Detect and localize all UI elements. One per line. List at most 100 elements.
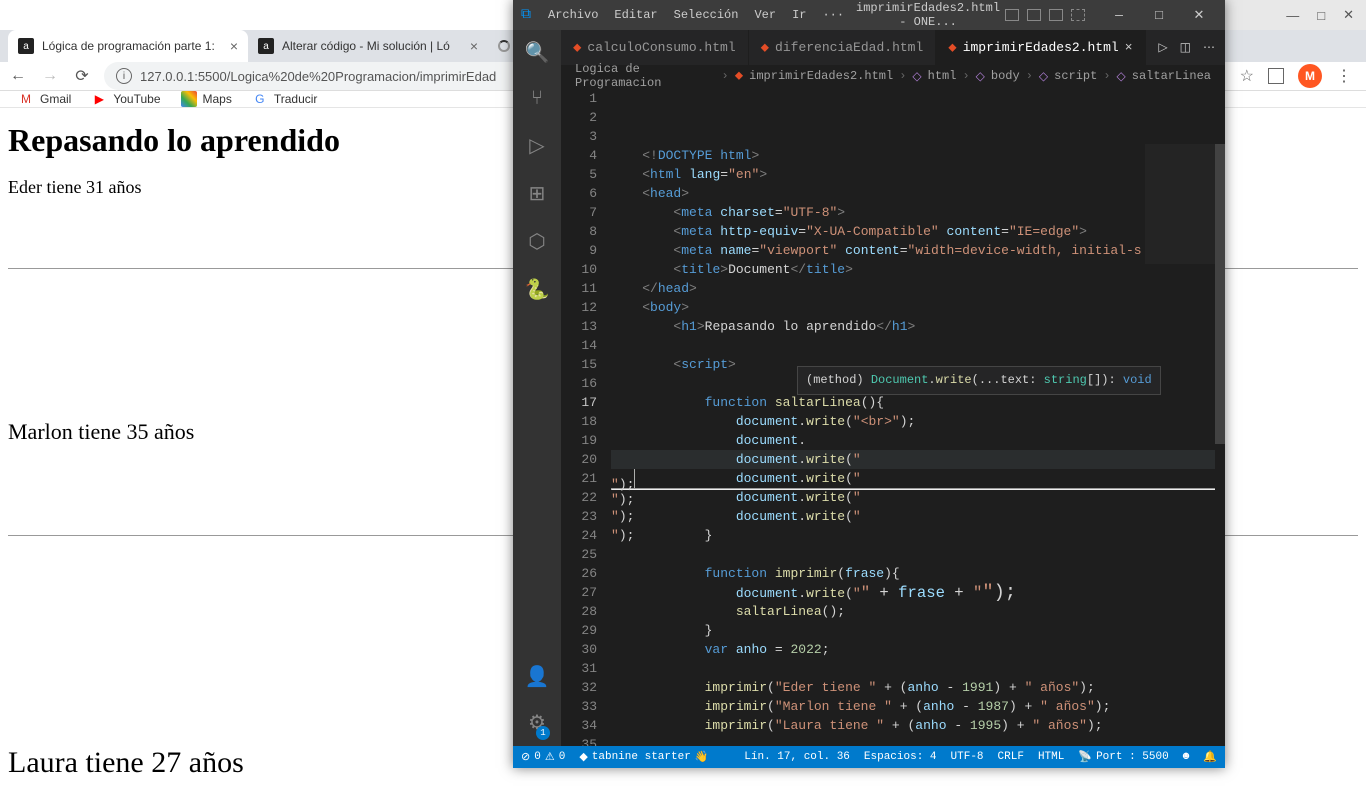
menu-edit[interactable]: Editar xyxy=(607,5,664,25)
maximize-icon[interactable]: □ xyxy=(1317,8,1325,23)
forward-button[interactable]: → xyxy=(40,67,60,85)
hex-icon[interactable]: ⬡ xyxy=(528,229,545,255)
bookmark-translate[interactable]: G Traducir xyxy=(252,91,318,107)
chrome-tab[interactable]: a Lógica de programación parte 1: × xyxy=(8,30,248,62)
menu-go[interactable]: Ir xyxy=(785,5,813,25)
more-icon[interactable]: ⋯ xyxy=(1203,40,1215,55)
reload-button[interactable]: ⟳ xyxy=(72,66,92,86)
html-file-icon: ⬥ xyxy=(761,41,769,55)
minimize-icon[interactable]: — xyxy=(1286,8,1299,23)
maximize-button[interactable]: □ xyxy=(1141,8,1177,23)
status-spaces[interactable]: Espacios: 4 xyxy=(864,751,937,763)
titlebar: ⧉ Archivo Editar Selección Ver Ir ··· im… xyxy=(513,0,1225,30)
layout-controls xyxy=(1005,9,1085,21)
symbol-icon: ◇ xyxy=(1117,69,1126,84)
toolbar-right: ☆ M ⋮ xyxy=(1234,64,1358,88)
status-lang[interactable]: HTML xyxy=(1038,751,1064,763)
tab-label: diferenciaEdad.html xyxy=(775,40,923,55)
tab-title: Lógica de programación parte 1: xyxy=(42,39,215,53)
menu-more[interactable]: ··· xyxy=(815,5,851,25)
menu-selection[interactable]: Selección xyxy=(667,5,746,25)
breadcrumb-item[interactable]: script xyxy=(1054,69,1097,83)
editor-tab-active[interactable]: ⬥ imprimirEdades2.html × xyxy=(936,30,1145,65)
bookmark-label: YouTube xyxy=(113,92,160,106)
account-icon[interactable]: 👤 xyxy=(525,664,550,690)
run-icon[interactable]: ▷ xyxy=(1158,40,1167,55)
site-info-icon[interactable]: i xyxy=(116,68,132,84)
close-icon[interactable]: × xyxy=(1125,40,1133,55)
close-icon[interactable]: × xyxy=(470,38,478,54)
split-icon[interactable]: ◫ xyxy=(1180,40,1191,55)
layout-icon[interactable] xyxy=(1049,9,1063,21)
line-gutter: 1234567891011121314151617181920212223242… xyxy=(561,87,611,746)
maps-icon xyxy=(181,91,197,107)
tab-title: Alterar código - Mi solución | Ló xyxy=(282,39,450,53)
status-tabnine[interactable]: ◆ tabnine starter 👋 xyxy=(579,750,708,764)
status-port[interactable]: 📡 Port : 5500 xyxy=(1078,750,1168,764)
breadcrumb-item[interactable]: imprimirEdades2.html xyxy=(749,69,893,83)
source-control-icon[interactable]: ⑂ xyxy=(531,88,543,111)
status-feedback-icon[interactable]: ☻ xyxy=(1183,751,1190,763)
minimap[interactable] xyxy=(1145,144,1215,264)
layout-icon[interactable] xyxy=(1071,9,1085,21)
editor-tabs: ⬥ calculoConsumo.html ⬥ diferenciaEdad.htm… xyxy=(561,30,1225,65)
editor-tab[interactable]: ⬥ diferenciaEdad.html xyxy=(749,30,937,65)
vscode-window: ⧉ Archivo Editar Selección Ver Ir ··· im… xyxy=(513,0,1225,768)
html-file-icon: ⬥ xyxy=(948,41,956,55)
html-file-icon: ⬥ xyxy=(573,41,581,55)
code-area[interactable]: (method) Document.write(...text: string[… xyxy=(611,87,1225,746)
symbol-icon: ◇ xyxy=(976,69,985,84)
status-bell-icon[interactable]: 🔔 xyxy=(1203,750,1217,764)
python-icon[interactable]: 🐍 xyxy=(525,277,550,303)
vscode-body: 🔍 ⑂ ▷ ⊞ ⬡ 🐍 👤 ⚙ ⬥calculoConsumo.html ⬥di… xyxy=(513,30,1225,746)
bookmark-youtube[interactable]: ▶YouTube xyxy=(91,91,160,107)
background-window-controls: — □ ✕ xyxy=(1206,0,1366,30)
breadcrumb-item[interactable]: html xyxy=(928,69,957,83)
status-errors[interactable]: ⊘ 0 ⚠ 0 xyxy=(521,750,565,764)
breadcrumb-item[interactable]: body xyxy=(991,69,1020,83)
editor-tab[interactable]: ⬥ calculoConsumo.html xyxy=(561,30,749,65)
close-icon[interactable]: × xyxy=(230,38,238,54)
breadcrumb[interactable]: Logica de Programacion› ⬥imprimirEdades2… xyxy=(561,65,1225,87)
status-eol[interactable]: CRLF xyxy=(998,751,1024,763)
breadcrumb-item[interactable]: Logica de Programacion xyxy=(575,62,716,90)
extensions-icon[interactable] xyxy=(1268,68,1284,84)
debug-icon[interactable]: ▷ xyxy=(529,133,544,159)
back-button[interactable]: ← xyxy=(8,67,28,85)
breadcrumb-item[interactable]: saltarLinea xyxy=(1132,69,1211,83)
html-file-icon: ⬥ xyxy=(735,69,743,83)
close-button[interactable]: ✕ xyxy=(1181,8,1217,23)
extensions-icon[interactable]: ⊞ xyxy=(529,181,546,207)
menu-dots-icon[interactable]: ⋮ xyxy=(1336,66,1352,86)
window-controls: — □ ✕ xyxy=(1101,8,1217,23)
search-icon[interactable]: 🔍 xyxy=(525,40,550,66)
bookmark-label: Traducir xyxy=(274,92,318,106)
vertical-scrollbar[interactable] xyxy=(1215,144,1225,746)
tab-label: imprimirEdades2.html xyxy=(963,40,1119,55)
tab-label: calculoConsumo.html xyxy=(587,40,735,55)
vscode-logo-icon: ⧉ xyxy=(521,7,531,23)
profile-avatar[interactable]: M xyxy=(1298,64,1322,88)
loading-icon xyxy=(498,40,510,52)
window-title: imprimirEdades2.html - ONE... xyxy=(855,1,1001,29)
layout-icon[interactable] xyxy=(1005,9,1019,21)
gmail-icon: M xyxy=(18,91,34,107)
settings-gear-icon[interactable]: ⚙ xyxy=(528,710,546,736)
chrome-tab[interactable]: a Alterar código - Mi solución | Ló × xyxy=(248,30,488,62)
signature-tooltip: (method) Document.write(...text: string[… xyxy=(797,366,1161,395)
favicon-icon: a xyxy=(18,38,34,54)
favicon-icon: a xyxy=(258,38,274,54)
bookmark-star-icon[interactable]: ☆ xyxy=(1240,66,1254,86)
minimize-button[interactable]: — xyxy=(1101,8,1137,23)
menu-view[interactable]: Ver xyxy=(747,5,783,25)
menu-file[interactable]: Archivo xyxy=(541,5,605,25)
bookmark-maps[interactable]: Maps xyxy=(181,91,232,107)
translate-icon: G xyxy=(252,91,268,107)
status-encoding[interactable]: UTF-8 xyxy=(951,751,984,763)
status-position[interactable]: Lín. 17, col. 36 xyxy=(744,751,850,763)
close-icon[interactable]: ✕ xyxy=(1343,7,1354,23)
status-bar: ⊘ 0 ⚠ 0 ◆ tabnine starter 👋 Lín. 17, col… xyxy=(513,746,1225,768)
layout-icon[interactable] xyxy=(1027,9,1041,21)
bookmark-gmail[interactable]: MGmail xyxy=(18,91,71,107)
code-editor[interactable]: 1234567891011121314151617181920212223242… xyxy=(561,87,1225,746)
